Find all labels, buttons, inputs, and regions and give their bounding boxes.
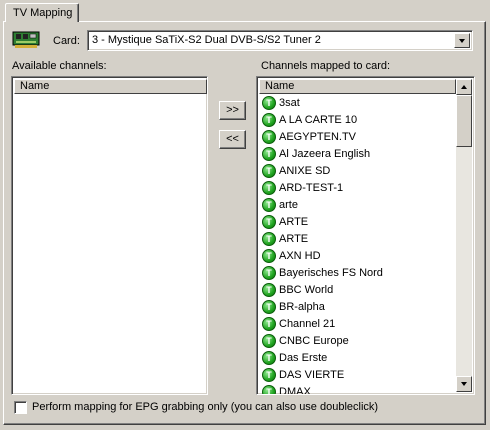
mapped-channels-list[interactable]: Name T 3sat T A LA CARTE 10 T AEGYPTEN.TV T Al … <box>256 76 475 395</box>
list-item[interactable]: T BR-alpha <box>262 299 457 316</box>
list-item[interactable]: T ARTE <box>262 214 457 231</box>
arrow-down-icon <box>461 382 467 386</box>
card-label: Card: <box>53 35 80 47</box>
epg-only-label[interactable]: Perform mapping for EPG grabbing only (y… <box>32 401 378 413</box>
epg-only-checkbox[interactable] <box>14 401 27 414</box>
channel-name: BR-alpha <box>279 301 325 313</box>
list-item[interactable]: T DAS VIERTE <box>262 367 457 384</box>
channel-name: BBC World <box>279 284 334 296</box>
list-item[interactable]: T Bayerisches FS Nord <box>262 265 457 282</box>
tv-channel-icon: T <box>262 317 276 331</box>
tv-channel-icon: T <box>262 351 276 365</box>
list-item[interactable]: T AEGYPTEN.TV <box>262 129 457 146</box>
channel-name: arte <box>279 199 298 211</box>
scroll-thumb[interactable] <box>456 95 472 147</box>
channel-name: CNBC Europe <box>279 335 349 347</box>
list-item[interactable]: T DMAX <box>262 384 457 395</box>
scroll-down-button[interactable] <box>456 376 472 392</box>
available-channels-label: Available channels: <box>12 60 107 72</box>
unmap-channel-button[interactable]: << <box>219 130 246 149</box>
channel-name: ANIXE SD <box>279 165 331 177</box>
tv-channel-icon: T <box>262 249 276 263</box>
channel-name: AXN HD <box>279 250 321 262</box>
channel-name: Bayerisches FS Nord <box>279 267 383 279</box>
channel-name: DAS VIERTE <box>279 369 345 381</box>
tv-channel-icon: T <box>262 198 276 212</box>
list-item[interactable]: TA LA CARTE 10 <box>262 112 457 129</box>
channel-name: Al Jazeera English <box>279 148 371 160</box>
column-header-label: Name <box>265 80 295 92</box>
tv-channel-icon: T <box>262 164 276 178</box>
channel-name: AEGYPTEN.TV <box>279 131 357 143</box>
scroll-up-button[interactable] <box>456 79 472 95</box>
channel-name: Das Erste <box>279 352 328 364</box>
tv-channel-icon: T <box>262 147 276 161</box>
list-item[interactable]: Tarte <box>262 197 457 214</box>
list-item[interactable]: T ARTE <box>262 231 457 248</box>
mapped-list-scrollbar[interactable] <box>456 79 472 392</box>
mapped-name-column-header[interactable]: Name <box>259 79 456 94</box>
tv-channel-icon: T <box>262 266 276 280</box>
tuner-card-icon <box>12 31 40 48</box>
channel-name: ARTE <box>279 216 309 228</box>
channel-name: A LA CARTE 10 <box>279 114 358 126</box>
tv-channel-icon: T <box>262 385 276 394</box>
channel-name: 3sat <box>279 97 300 109</box>
tv-channel-icon: T <box>262 215 276 229</box>
map-channel-button[interactable]: >> <box>219 101 246 120</box>
list-item[interactable]: T Das Erste <box>262 350 457 367</box>
tv-channel-icon: T <box>262 334 276 348</box>
card-select-value: 3 - Mystique SaTiX-S2 Dual DVB-S/S2 Tune… <box>92 34 321 46</box>
tv-channel-icon: T <box>262 96 276 110</box>
mapped-channels-label: Channels mapped to card: <box>261 60 391 72</box>
tv-channel-icon: T <box>262 181 276 195</box>
tv-channel-icon: T <box>262 283 276 297</box>
chevron-down-icon <box>459 39 465 43</box>
tv-channel-icon: T <box>262 130 276 144</box>
tv-channel-icon: T <box>262 368 276 382</box>
card-dropdown-button[interactable] <box>454 33 470 48</box>
card-select[interactable]: 3 - Mystique SaTiX-S2 Dual DVB-S/S2 Tune… <box>87 30 473 51</box>
tv-channel-icon: T <box>262 232 276 246</box>
list-item[interactable]: T BBC World <box>262 282 457 299</box>
channel-name: DMAX <box>279 386 311 395</box>
list-item[interactable]: T ARD-TEST-1 <box>262 180 457 197</box>
channel-name: Channel 21 <box>279 318 336 330</box>
available-channels-list[interactable]: Name <box>11 76 208 395</box>
list-item[interactable]: T CNBC Europe <box>262 333 457 350</box>
list-item[interactable]: T Al Jazeera English <box>262 146 457 163</box>
tv-channel-icon: T <box>262 300 276 314</box>
list-item[interactable]: T ANIXE SD <box>262 163 457 180</box>
available-name-column-header[interactable]: Name <box>14 79 207 94</box>
list-item[interactable]: T Channel 21 <box>262 316 457 333</box>
tab-tv-mapping[interactable]: TV Mapping <box>5 3 79 22</box>
list-item[interactable]: T 3sat <box>262 95 457 112</box>
tv-channel-icon: T <box>262 113 276 127</box>
channel-name: ARTE <box>279 233 309 245</box>
channel-name: ARD-TEST-1 <box>279 182 344 194</box>
column-header-label: Name <box>20 80 50 92</box>
arrow-up-icon <box>461 85 467 89</box>
list-item[interactable]: T AXN HD <box>262 248 457 265</box>
mapped-channel-rows: T 3sat T A LA CARTE 10 T AEGYPTEN.TV T Al Jazee… <box>262 95 457 395</box>
tab-label: TV Mapping <box>13 7 73 19</box>
